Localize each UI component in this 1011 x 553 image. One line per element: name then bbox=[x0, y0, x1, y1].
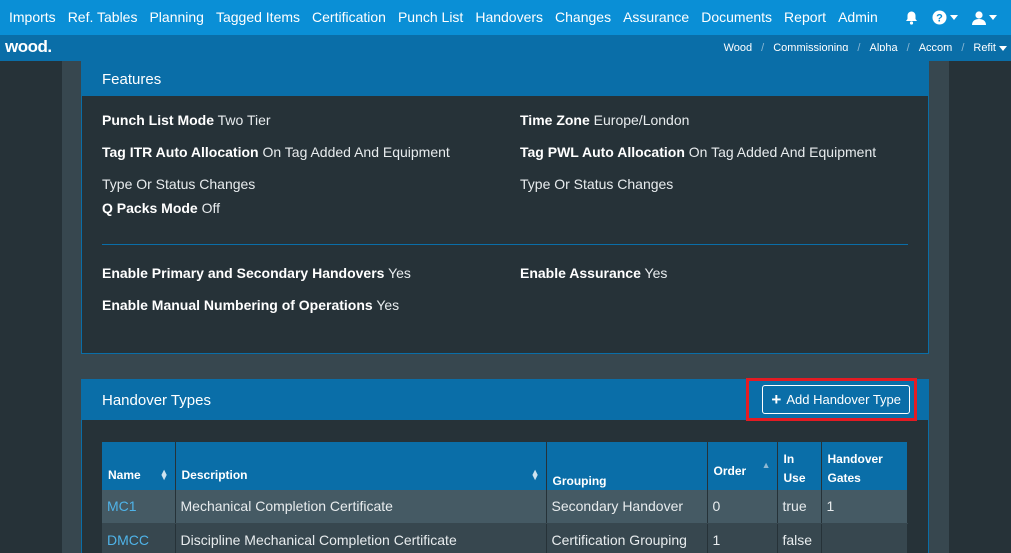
table-row[interactable]: MC1 Mechanical Completion Certificate Se… bbox=[102, 490, 908, 524]
chevron-down-icon bbox=[999, 46, 1007, 51]
nav-documents[interactable]: Documents bbox=[695, 0, 778, 35]
sort-icon[interactable]: ▲ ▼ bbox=[531, 468, 540, 482]
cell-description: Mechanical Completion Certificate bbox=[175, 490, 547, 524]
main-content: Features Punch List Mode Two Tier Time Z… bbox=[62, 51, 949, 553]
enable-primary-secondary-handovers: Enable Primary and Secondary Handovers Y… bbox=[102, 265, 411, 281]
breadcrumb-separator: / bbox=[961, 42, 965, 54]
nav-tagged-items[interactable]: Tagged Items bbox=[210, 0, 306, 35]
punch-list-mode: Punch List Mode Two Tier bbox=[102, 112, 271, 128]
column-header-grouping[interactable]: Grouping bbox=[546, 442, 708, 490]
handover-types-table: Name ▲ ▼ Description ▲ ▼ Grouping Order ▲ bbox=[102, 442, 908, 553]
plus-icon: + bbox=[771, 390, 782, 409]
nav-changes[interactable]: Changes bbox=[549, 0, 617, 35]
cell-name[interactable]: MC1 bbox=[102, 490, 176, 524]
time-zone: Time Zone Europe/London bbox=[520, 112, 690, 128]
enable-assurance: Enable Assurance Yes bbox=[520, 265, 668, 281]
wood-logo[interactable]: wood. bbox=[5, 37, 52, 57]
add-handover-type-label: Add Handover Type bbox=[786, 392, 901, 407]
column-header-handover-gates[interactable]: Handover Gates bbox=[821, 442, 908, 490]
svg-text:?: ? bbox=[936, 13, 943, 25]
tag-itr-auto-allocation: Tag ITR Auto Allocation On Tag Added And… bbox=[102, 144, 450, 160]
cell-order: 1 bbox=[707, 523, 778, 553]
cell-in-use: false bbox=[777, 523, 822, 553]
top-navbar: Imports Ref. Tables Planning Tagged Item… bbox=[0, 0, 1011, 35]
nav-admin[interactable]: Admin bbox=[832, 0, 884, 35]
column-header-name[interactable]: Name ▲ ▼ bbox=[102, 442, 176, 490]
handover-type-link[interactable]: DMCC bbox=[107, 532, 149, 548]
nav-report[interactable]: Report bbox=[778, 0, 832, 35]
handover-type-link[interactable]: MC1 bbox=[107, 498, 137, 514]
cell-grouping: Secondary Handover bbox=[546, 490, 708, 524]
breadcrumb-refit[interactable]: Refit bbox=[973, 42, 1007, 54]
table-row[interactable]: DMCC Discipline Mechanical Completion Ce… bbox=[102, 523, 908, 553]
cell-in-use: true bbox=[777, 490, 822, 524]
user-icon[interactable] bbox=[972, 10, 997, 25]
nav-punch-list[interactable]: Punch List bbox=[392, 0, 469, 35]
q-packs-mode: Q Packs Mode Off bbox=[102, 200, 221, 216]
handover-types-panel: Handover Types + Add Handover Type Name … bbox=[81, 378, 929, 553]
cell-order: 0 bbox=[707, 490, 778, 524]
cell-name[interactable]: DMCC bbox=[102, 523, 176, 553]
column-header-description[interactable]: Description ▲ ▼ bbox=[175, 442, 547, 490]
bell-icon[interactable] bbox=[905, 11, 918, 25]
nav-assurance[interactable]: Assurance bbox=[617, 0, 695, 35]
features-divider bbox=[102, 244, 908, 245]
cell-handover-gates bbox=[821, 523, 908, 553]
help-icon[interactable]: ? bbox=[932, 10, 958, 25]
cell-grouping: Certification Grouping bbox=[546, 523, 708, 553]
chevron-down-icon bbox=[950, 15, 958, 20]
chevron-down-icon bbox=[989, 15, 997, 20]
nav-certification[interactable]: Certification bbox=[306, 0, 392, 35]
column-header-order[interactable]: Order ▲ bbox=[707, 442, 778, 490]
tag-pwl-auto-allocation: Tag PWL Auto Allocation On Tag Added And… bbox=[520, 144, 877, 160]
add-handover-type-button[interactable]: + Add Handover Type bbox=[762, 385, 910, 414]
nav-handovers[interactable]: Handovers bbox=[469, 0, 549, 35]
sort-icon[interactable]: ▲ ▼ bbox=[160, 468, 169, 482]
nav-ref-tables[interactable]: Ref. Tables bbox=[62, 0, 144, 35]
features-title: Features bbox=[82, 52, 928, 96]
tag-itr-value-cont: Type Or Status Changes bbox=[102, 176, 256, 192]
features-panel: Features Punch List Mode Two Tier Time Z… bbox=[81, 51, 929, 354]
cell-handover-gates: 1 bbox=[821, 490, 908, 524]
nav-planning[interactable]: Planning bbox=[143, 0, 210, 35]
column-header-in-use[interactable]: In Use bbox=[777, 442, 822, 490]
sort-asc-icon[interactable]: ▲ bbox=[762, 461, 771, 470]
tag-pwl-value-cont: Type Or Status Changes bbox=[520, 176, 674, 192]
cell-description: Discipline Mechanical Completion Certifi… bbox=[175, 523, 547, 553]
enable-manual-numbering: Enable Manual Numbering of Operations Ye… bbox=[102, 297, 400, 313]
nav-imports[interactable]: Imports bbox=[0, 0, 62, 35]
